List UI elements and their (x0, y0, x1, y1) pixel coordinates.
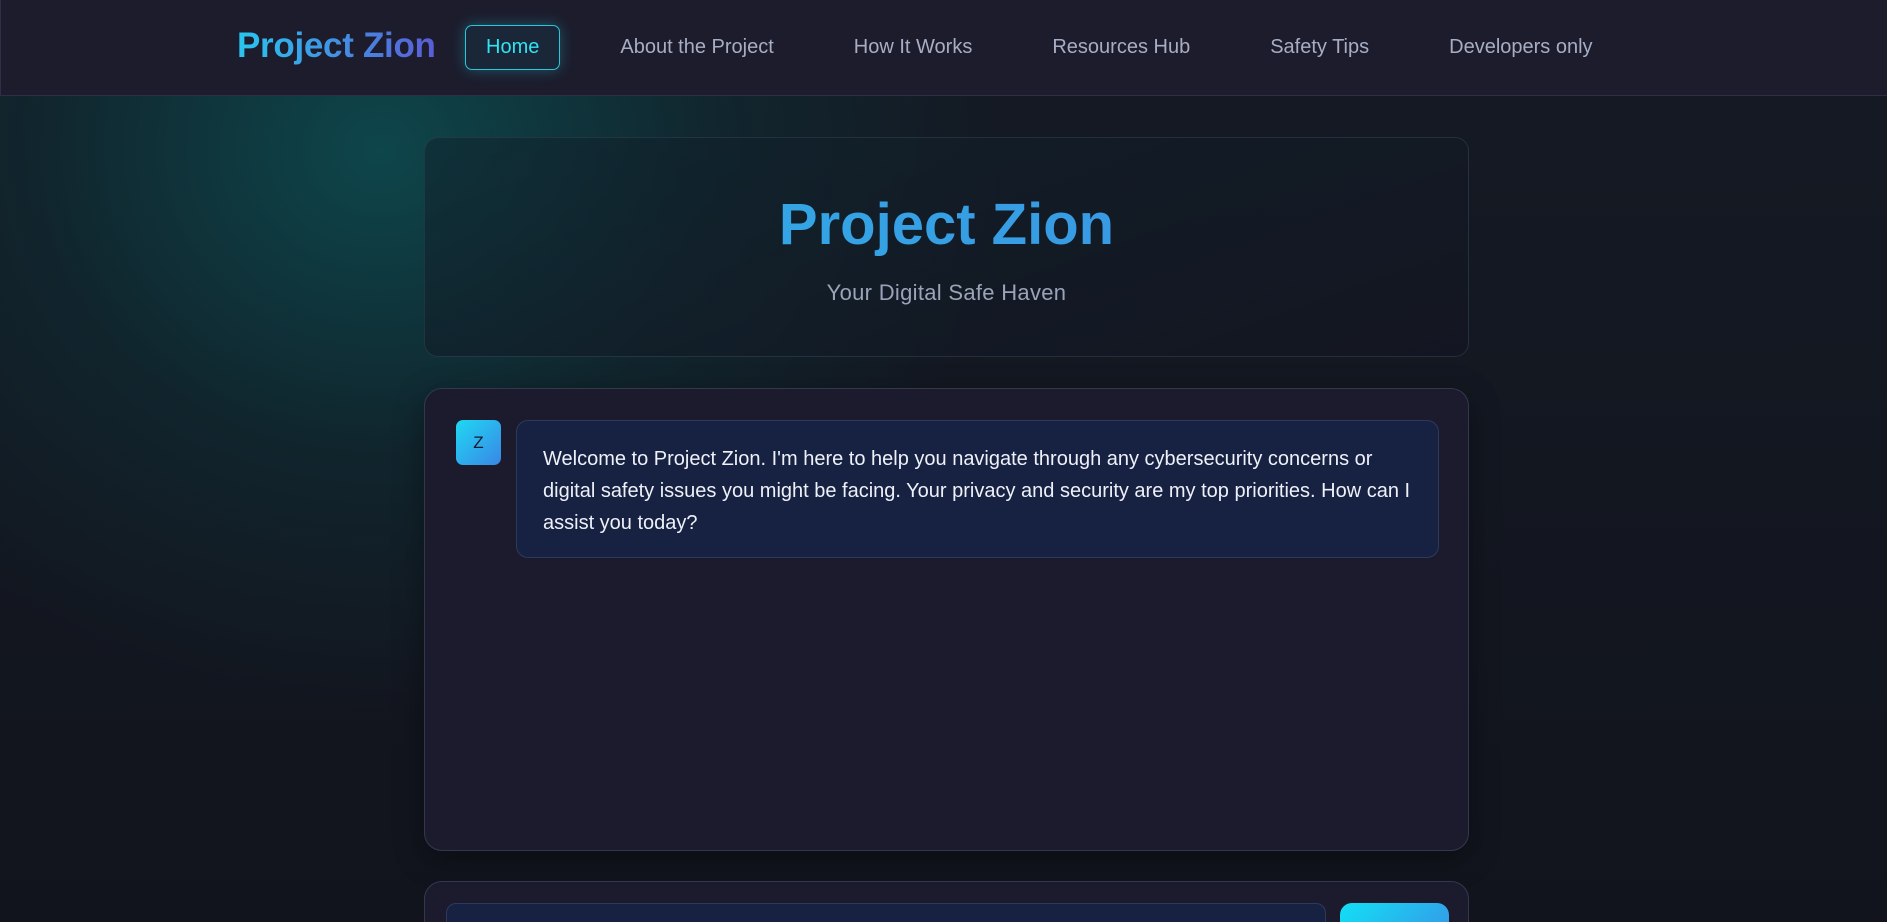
hero-subtitle: Your Digital Safe Haven (826, 280, 1067, 305)
nav-item-resources-hub[interactable]: Resources Hub (1052, 36, 1190, 59)
nav-item-about[interactable]: About the Project (620, 36, 773, 59)
top-navbar: Project Zion Home About the Project How … (0, 0, 1887, 96)
nav-links: Home About the Project How It Works Reso… (465, 24, 1673, 70)
chat-panel[interactable]: Z Welcome to Project Zion. I'm here to h… (424, 388, 1469, 851)
assistant-message-bubble: Welcome to Project Zion. I'm here to hel… (516, 420, 1439, 558)
assistant-avatar: Z (456, 420, 501, 465)
nav-item-home[interactable]: Home (465, 24, 561, 70)
message-composer (424, 881, 1469, 922)
nav-item-developers[interactable]: Developers only (1449, 36, 1592, 59)
brand-logo[interactable]: Project Zion (237, 26, 436, 66)
message-input[interactable] (446, 903, 1326, 922)
nav-item-safety-tips[interactable]: Safety Tips (1270, 36, 1369, 59)
send-button[interactable] (1340, 903, 1449, 922)
hero-card: Project Zion Your Digital Safe Haven (424, 137, 1469, 357)
hero-title: Project Zion (425, 191, 1468, 258)
nav-item-how-it-works[interactable]: How It Works (854, 36, 973, 59)
